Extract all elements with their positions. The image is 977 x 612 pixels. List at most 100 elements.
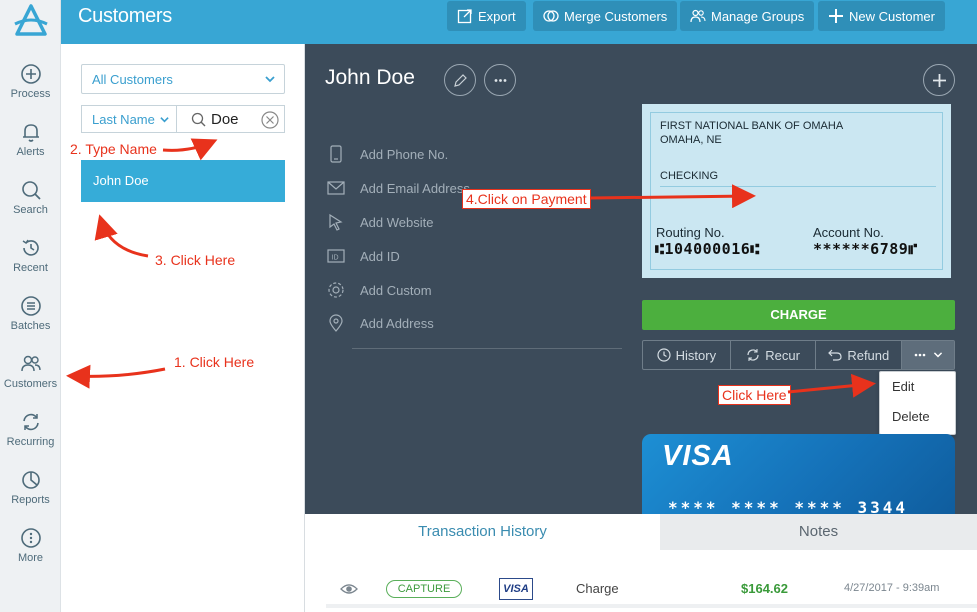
page-title: Customers [78,5,172,27]
search-field-value: Last Name [92,112,155,127]
table-row[interactable]: CAPTURE VISA Charge $164.62 4/27/2017 - … [326,570,977,608]
pencil-icon [453,73,467,87]
eye-icon[interactable] [340,580,358,598]
header-bar: Customers Export Merge Customers Manage … [61,0,977,44]
search-field-select[interactable]: Last Name [81,105,177,133]
card-brand-logo: VISA [499,578,533,600]
tab-notes[interactable]: Notes [660,514,977,550]
clock-icon [657,348,671,362]
search-icon [191,112,206,127]
sidebar-item-batches[interactable]: Batches [0,295,61,345]
add-phone-field[interactable]: Add Phone No. [327,144,448,164]
more-actions-menu: Edit Delete [879,371,956,435]
id-card-icon: ID [327,249,345,263]
sidebar-item-label: Process [10,88,51,100]
bell-icon [22,124,39,142]
sidebar-item-label: Recurring [6,436,55,448]
annotation-step-3: 3. Click Here [155,252,236,268]
add-website-field[interactable]: Add Website [327,212,433,232]
reports-icon [21,471,40,489]
recur-button[interactable]: Recur [731,341,817,369]
sidebar-item-search[interactable]: Search [0,179,61,229]
tab-transaction-history[interactable]: Transaction History [305,514,660,550]
merge-customers-label: Merge Customers [564,8,668,24]
add-custom-field[interactable]: Add Custom [327,280,432,300]
sidebar-item-label: Batches [10,320,51,332]
charge-button[interactable]: CHARGE [642,300,955,330]
sidebar-item-process[interactable]: Process [0,63,61,113]
add-id-field[interactable]: ID Add ID [327,246,400,266]
app-logo-icon[interactable] [12,2,50,42]
account-label: Account No. [813,225,884,240]
edit-customer-button[interactable] [444,64,476,96]
history-icon [22,239,39,256]
card-number: **** **** **** 3344 [668,498,909,514]
add-custom-label: Add Custom [360,282,432,298]
sidebar: Process Alerts Search Recent Batches Cus… [0,0,61,612]
list-icon [20,296,41,316]
add-payment-button[interactable] [923,64,955,96]
sidebar-item-label: Reports [11,494,50,506]
refund-button[interactable]: Refund [816,341,903,369]
search-input[interactable]: Doe [176,105,285,133]
transaction-type: Charge [576,581,619,596]
new-customer-label: New Customer [849,8,935,24]
status-badge: CAPTURE [386,580,462,598]
new-customer-button[interactable]: New Customer [818,1,945,31]
sidebar-item-customers[interactable]: Customers [0,353,61,403]
clear-icon[interactable] [261,111,279,129]
search-result-item[interactable]: John Doe [81,160,285,202]
more-actions-button[interactable] [902,341,954,369]
card-brand: VISA [662,440,734,472]
customer-filter-value: All Customers [92,72,173,87]
search-query: Doe [211,111,239,128]
users-icon [690,9,706,23]
manage-groups-button[interactable]: Manage Groups [680,1,815,31]
sidebar-item-alerts[interactable]: Alerts [0,121,61,171]
sidebar-item-recurring[interactable]: Recurring [0,411,61,461]
add-address-field[interactable]: Add Address [327,313,434,333]
sidebar-item-label: More [17,552,44,564]
transaction-date: 4/27/2017 - 9:39am [844,582,940,594]
merge-customers-button[interactable]: Merge Customers [533,1,678,31]
sidebar-item-label: Search [13,204,48,216]
plus-icon [829,9,843,23]
manage-groups-label: Manage Groups [711,8,805,24]
undo-icon [828,349,842,361]
customer-name: John Doe [325,66,415,89]
customer-search-panel: All Customers Last Name Doe John Doe [61,44,305,612]
users-icon [20,355,41,372]
sidebar-item-label: Customers [3,378,58,390]
customer-filter-select[interactable]: All Customers [81,64,285,94]
sidebar-item-more[interactable]: More [0,527,61,577]
add-phone-label: Add Phone No. [360,146,449,162]
add-website-label: Add Website [360,214,434,230]
menu-item-edit[interactable]: Edit [880,372,955,402]
bank-name-line1: FIRST NATIONAL BANK OF OMAHA [660,120,844,132]
envelope-icon [327,181,345,195]
export-button[interactable]: Export [447,1,526,31]
add-email-field[interactable]: Add Email Address [327,178,470,198]
check-payment-method[interactable]: FIRST NATIONAL BANK OF OMAHA OMAHA, NE C… [642,104,951,278]
sidebar-item-recent[interactable]: Recent [0,237,61,287]
detail-tabs: Transaction History Notes [305,514,977,550]
cursor-icon [329,213,343,231]
export-label: Export [478,8,516,24]
ellipsis-icon [914,353,925,357]
merge-icon [543,10,559,22]
sidebar-item-reports[interactable]: Reports [0,469,61,519]
credit-card-payment-method[interactable]: VISA **** **** **** 3344 [642,434,955,514]
annotation-step-1: 1. Click Here [174,354,255,370]
phone-icon [330,145,342,163]
annotation-step-4: 4.Click on Payment [462,189,591,209]
bank-name-line2: OMAHA, NE [660,134,722,146]
history-label: History [675,347,717,363]
customer-detail: John Doe Add Phone No. Add Email Address… [305,44,977,514]
history-button[interactable]: History [643,341,731,369]
chevron-down-icon [160,117,169,123]
account-type: CHECKING [660,170,719,182]
payment-actions: History Recur Refund [642,340,955,370]
menu-item-delete[interactable]: Delete [880,402,955,432]
customer-more-button[interactable] [484,64,516,96]
add-id-label: Add ID [360,248,400,264]
